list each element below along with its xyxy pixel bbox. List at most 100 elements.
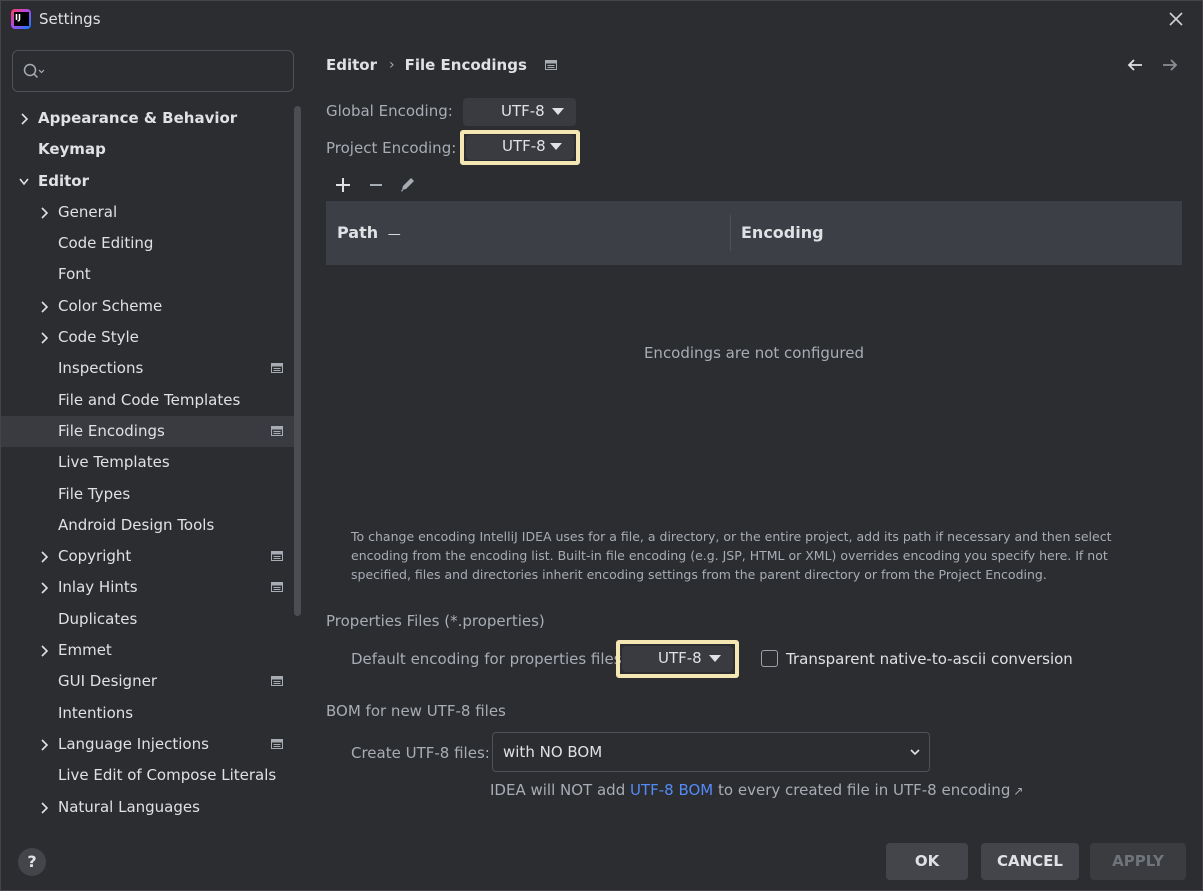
add-icon[interactable] xyxy=(333,175,353,195)
sidebar-item-font[interactable]: Font xyxy=(1,259,294,290)
sidebar-item-copyright[interactable]: Copyright xyxy=(1,541,294,572)
sidebar-item-android-design-tools[interactable]: Android Design Tools xyxy=(1,510,294,541)
project-scope-icon xyxy=(544,60,557,70)
bom-note: IDEA will NOT add UTF-8 BOM to every cre… xyxy=(490,781,1023,799)
close-button[interactable] xyxy=(1164,7,1188,31)
back-arrow-icon[interactable] xyxy=(1124,54,1146,76)
column-header-path[interactable]: Path — xyxy=(337,223,401,242)
utf8-bom-link[interactable]: UTF-8 BOM xyxy=(630,781,713,799)
project-encoding-dropdown[interactable]: UTF-8 xyxy=(466,135,574,160)
table-empty-text: Encodings are not configured xyxy=(643,344,865,362)
project-encoding-label: Project Encoding: xyxy=(326,139,457,157)
edit-pencil-icon[interactable] xyxy=(398,174,418,194)
transparent-conversion-label[interactable]: Transparent native-to-ascii conversion xyxy=(786,650,1073,668)
sidebar-item-color-scheme[interactable]: Color Scheme xyxy=(1,291,294,322)
transparent-conversion-checkbox[interactable] xyxy=(761,650,778,667)
chevron-right-icon[interactable] xyxy=(39,801,49,814)
sidebar-item-label: General xyxy=(58,202,118,221)
sidebar-item-general[interactable]: General xyxy=(1,197,294,228)
chevron-right-icon[interactable] xyxy=(39,645,49,657)
forward-arrow-icon[interactable] xyxy=(1159,54,1181,76)
sidebar-item-emmet[interactable]: Emmet xyxy=(1,635,294,666)
chevron-down-icon[interactable] xyxy=(19,176,29,188)
project-scope-icon xyxy=(271,582,283,593)
sidebar-item-label: Inspections xyxy=(58,359,144,378)
sidebar-item-gui-designer[interactable]: GUI Designer xyxy=(1,666,294,697)
chevron-right-icon[interactable] xyxy=(39,207,49,219)
sidebar-item-code-style[interactable]: Code Style xyxy=(1,322,294,353)
settings-search-box[interactable] xyxy=(12,50,294,92)
help-button[interactable]: ? xyxy=(18,848,46,876)
dropdown-arrow-icon xyxy=(552,108,564,115)
sidebar-item-editor[interactable]: Editor xyxy=(1,166,294,197)
sidebar-item-file-and-code-templates[interactable]: File and Code Templates xyxy=(1,385,294,416)
column-header-encoding[interactable]: Encoding xyxy=(741,223,824,242)
cancel-button[interactable]: CANCEL xyxy=(981,843,1079,880)
sidebar-item-live-edit-of-compose-literals[interactable]: Live Edit of Compose Literals xyxy=(1,760,294,791)
global-encoding-dropdown[interactable]: UTF-8 xyxy=(463,98,576,126)
sidebar-item-label: Inlay Hints xyxy=(58,578,138,597)
chevron-right-icon[interactable] xyxy=(39,332,49,344)
search-input[interactable] xyxy=(53,59,283,83)
sidebar-item-label: Live Templates xyxy=(58,453,170,472)
chevron-right-icon[interactable] xyxy=(39,551,49,563)
sidebar-item-inlay-hints[interactable]: Inlay Hints xyxy=(1,572,294,603)
dropdown-arrow-icon xyxy=(550,143,562,150)
properties-default-label: Default encoding for properties files: xyxy=(351,650,627,668)
chevron-down-icon xyxy=(910,749,920,756)
external-link-icon: ↗ xyxy=(1013,784,1024,798)
column-divider[interactable] xyxy=(730,215,731,251)
sidebar-item-label: Emmet xyxy=(58,641,112,660)
sidebar-item-label: Font xyxy=(58,265,91,284)
search-icon xyxy=(23,63,45,79)
settings-sidebar: Appearance & Behavior Keymap Editor General… xyxy=(1,39,304,829)
settings-dialog: Settings Appearance & Behavior Keymap Edit… xyxy=(0,0,1203,891)
bom-note-prefix: IDEA will NOT add xyxy=(490,781,630,799)
bom-note-suffix: to every created file in UTF-8 encoding xyxy=(713,781,1011,799)
title-bar: Settings xyxy=(1,1,1202,39)
bom-dropdown[interactable]: with NO BOM xyxy=(492,732,930,772)
properties-encoding-value: UTF-8 xyxy=(658,649,702,667)
project-scope-icon xyxy=(271,425,283,436)
project-scope-icon xyxy=(271,363,283,374)
sidebar-item-keymap[interactable]: Keymap xyxy=(1,134,294,165)
sidebar-item-language-injections[interactable]: Language Injections xyxy=(1,729,294,760)
sidebar-item-code-editing[interactable]: Code Editing xyxy=(1,228,294,259)
breadcrumb-separator-icon: › xyxy=(389,57,395,73)
sidebar-item-live-templates[interactable]: Live Templates xyxy=(1,447,294,478)
sidebar-item-label: Android Design Tools xyxy=(58,515,215,534)
sidebar-item-natural-languages[interactable]: Natural Languages xyxy=(1,792,294,823)
sidebar-item-label: Duplicates xyxy=(58,609,138,628)
sidebar-item-intentions[interactable]: Intentions xyxy=(1,698,294,729)
close-icon xyxy=(1169,12,1183,26)
remove-icon[interactable] xyxy=(366,175,386,195)
chevron-right-icon[interactable] xyxy=(39,301,49,313)
create-utf8-label: Create UTF-8 files: xyxy=(351,744,490,762)
sidebar-item-inspections[interactable]: Inspections xyxy=(1,353,294,384)
sidebar-item-appearance-behavior[interactable]: Appearance & Behavior xyxy=(1,103,294,134)
ok-button[interactable]: OK xyxy=(886,843,968,880)
sidebar-item-duplicates[interactable]: Duplicates xyxy=(1,604,294,635)
sidebar-item-file-encodings[interactable]: File Encodings xyxy=(1,415,294,448)
breadcrumb-parent[interactable]: Editor xyxy=(326,56,377,74)
sidebar-item-file-types[interactable]: File Types xyxy=(1,479,294,510)
chevron-right-icon[interactable] xyxy=(39,739,49,751)
dropdown-arrow-icon xyxy=(709,655,721,662)
settings-content: Editor › File Encodings Global Encoding:… xyxy=(304,39,1202,829)
sidebar-item-label: Editor xyxy=(38,171,89,190)
sidebar-scrollbar[interactable] xyxy=(294,106,301,616)
intellij-app-icon xyxy=(11,9,31,29)
sidebar-item-label: Appearance & Behavior xyxy=(38,109,238,127)
properties-encoding-dropdown[interactable]: UTF-8 xyxy=(622,646,733,672)
sidebar-item-label: File Types xyxy=(58,484,131,503)
chevron-right-icon[interactable] xyxy=(39,582,49,595)
chevron-right-icon[interactable] xyxy=(19,113,29,125)
sidebar-item-label: Code Editing xyxy=(58,234,154,253)
encodings-table-header: Path — Encoding xyxy=(326,201,1182,265)
sidebar-item-label: GUI Designer xyxy=(58,672,157,691)
sidebar-item-label: Intentions xyxy=(58,703,134,722)
sidebar-item-label: Code Style xyxy=(58,328,139,347)
global-encoding-label: Global Encoding: xyxy=(326,102,453,120)
apply-button[interactable]: APPLY xyxy=(1090,843,1186,880)
breadcrumb: Editor › File Encodings xyxy=(326,56,557,74)
